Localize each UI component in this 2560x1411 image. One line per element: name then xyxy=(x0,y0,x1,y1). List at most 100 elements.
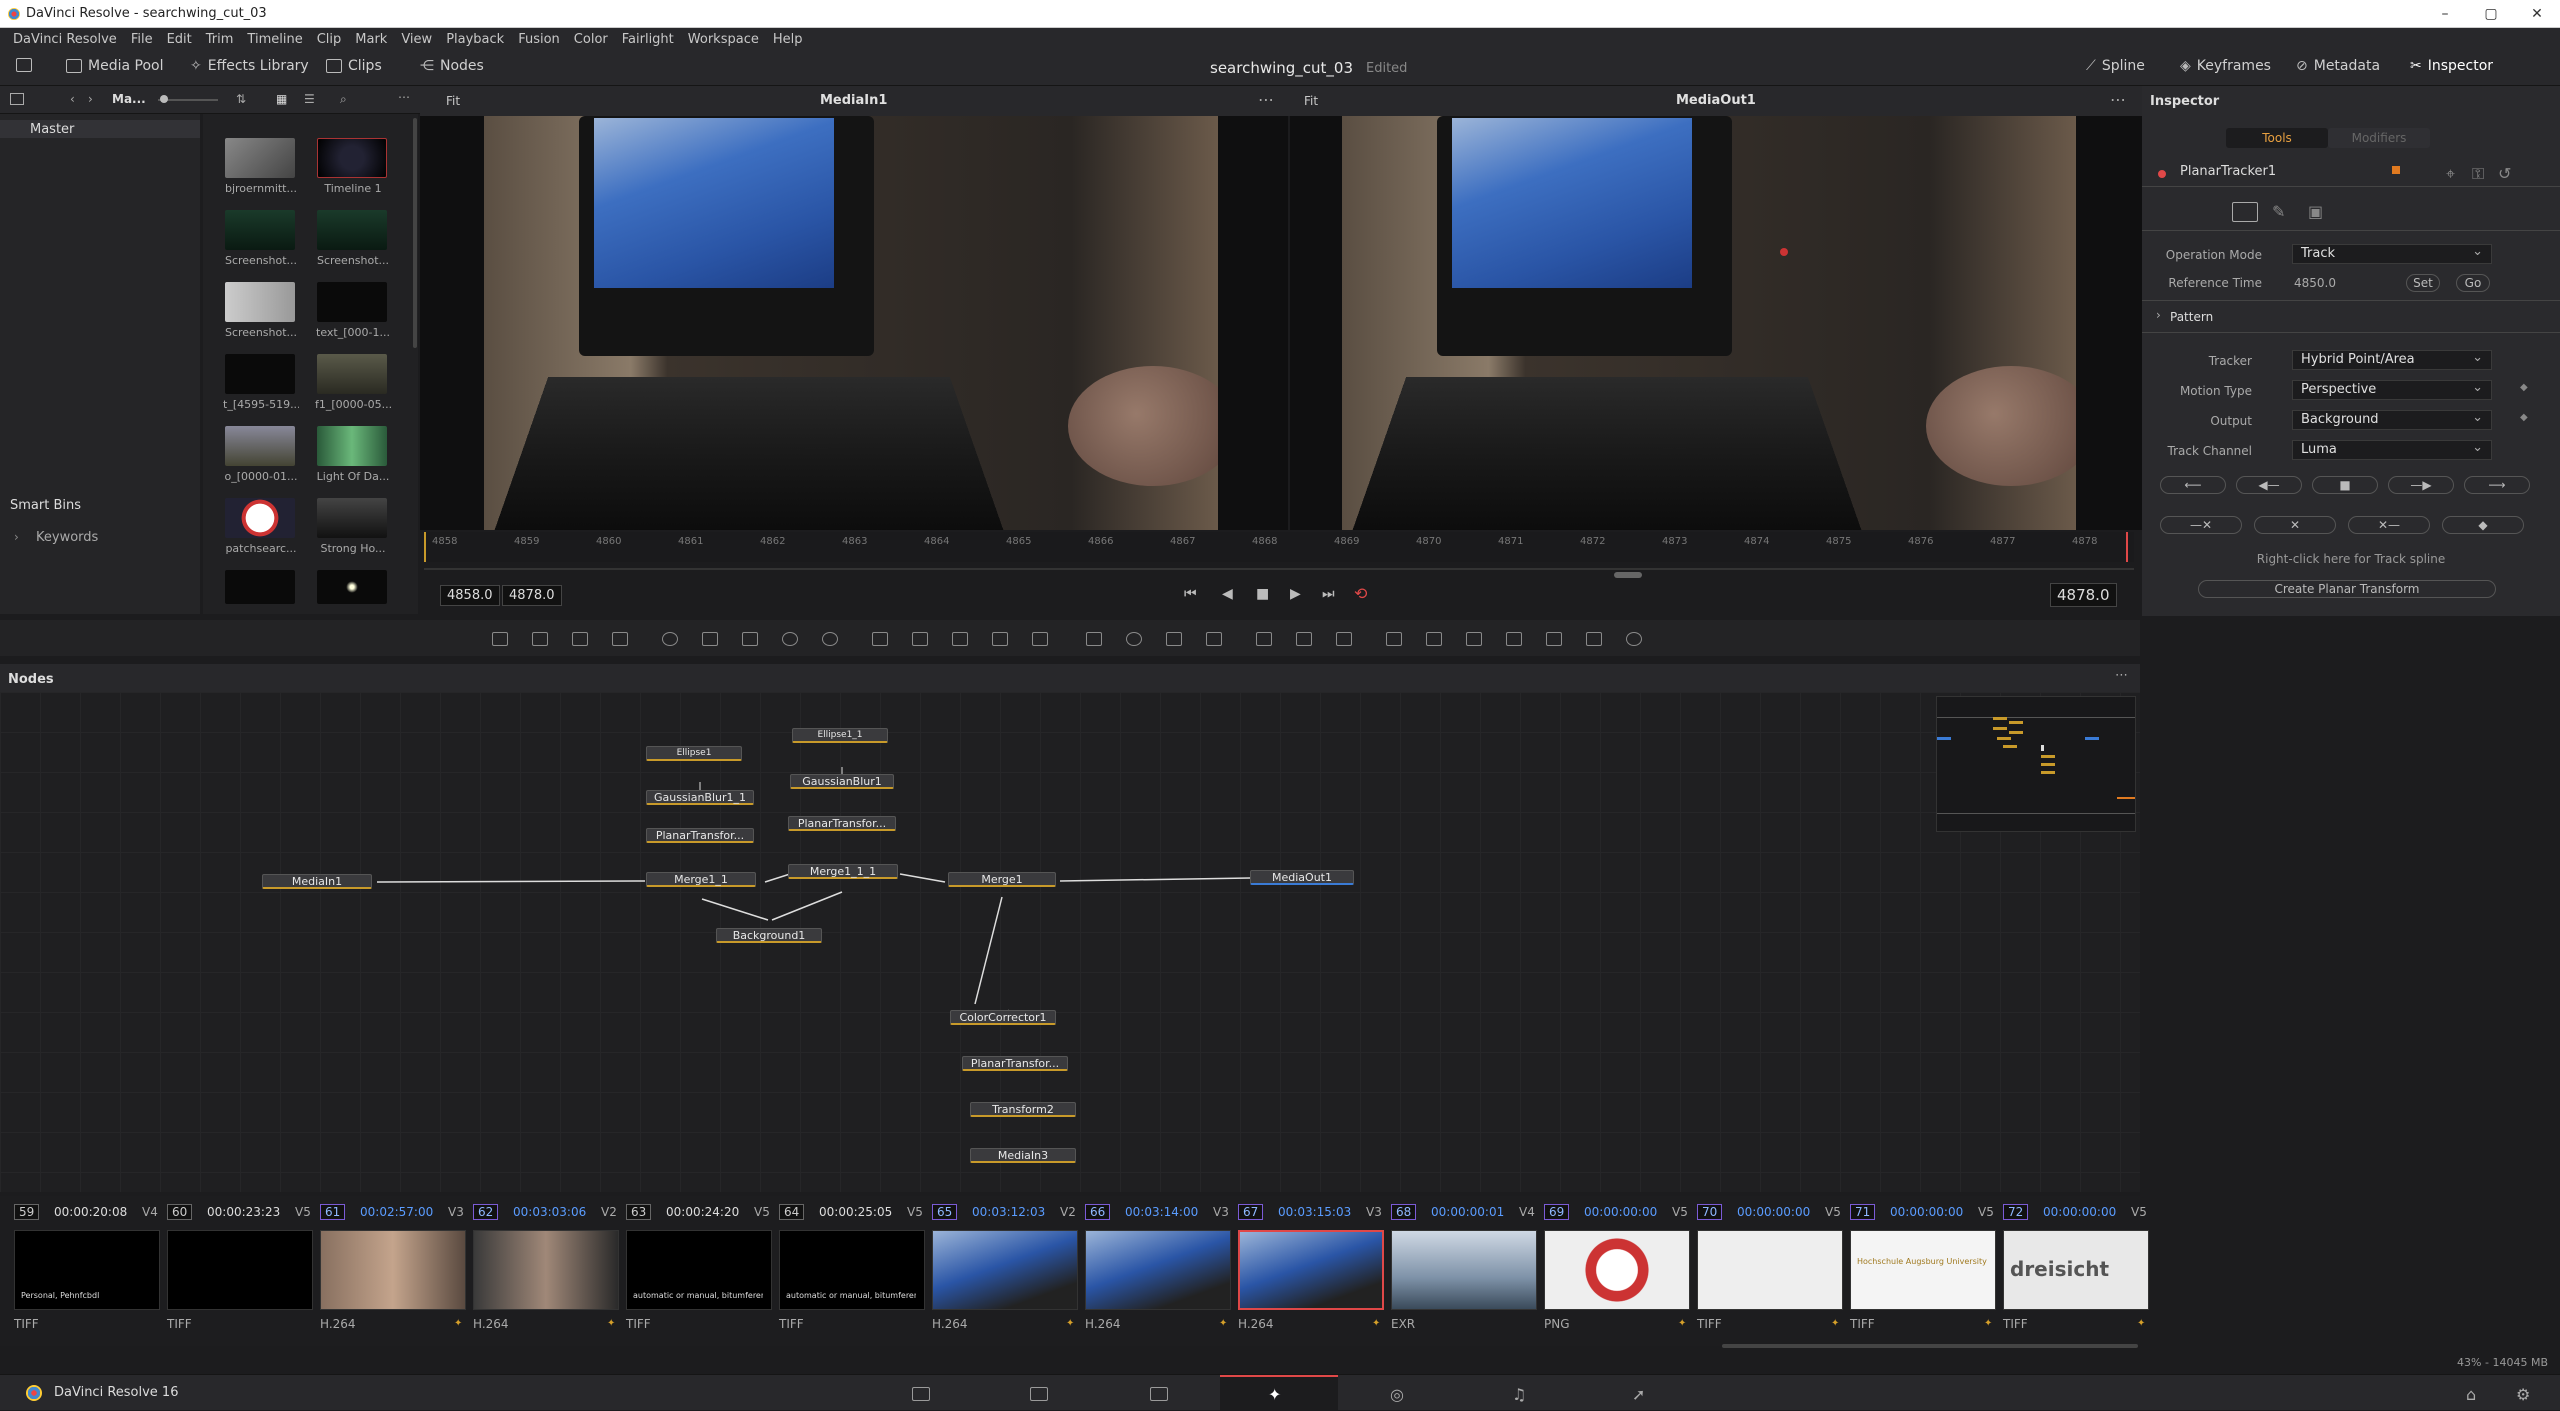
bspline-mask-icon[interactable] xyxy=(1206,632,1222,646)
home-icon[interactable]: ⌂ xyxy=(2466,1385,2476,1404)
keyframes-button[interactable]: ◈ Keyframes xyxy=(2180,58,2271,74)
resize-tool-icon[interactable] xyxy=(992,632,1008,646)
effects-library-button[interactable]: ✧ Effects Library xyxy=(190,58,309,74)
metadata-button[interactable]: ⊘ Metadata xyxy=(2296,58,2380,74)
effects-icon[interactable]: ✦ xyxy=(454,1318,462,1329)
background-tool-icon[interactable] xyxy=(492,632,508,646)
reset-icon[interactable]: ↺ xyxy=(2498,164,2511,183)
clip-thumbnail[interactable] xyxy=(317,210,387,250)
play-icon[interactable]: ▶ xyxy=(1290,586,1301,602)
more-options-icon[interactable]: ⋯ xyxy=(2115,668,2128,683)
channel-tool-icon[interactable] xyxy=(952,632,968,646)
tab-tools[interactable]: Tools xyxy=(2226,128,2328,148)
clips-scrollbar[interactable] xyxy=(1722,1344,2138,1348)
pin-icon[interactable]: ⌖ xyxy=(2446,164,2455,184)
track-to-start-button[interactable]: ⟵ xyxy=(2160,476,2226,494)
bin-dropdown[interactable]: Ma... xyxy=(112,92,146,106)
forward-icon[interactable]: › xyxy=(88,92,93,106)
delete-after-button[interactable]: ✕— xyxy=(2348,516,2430,534)
chevron-right-icon[interactable]: › xyxy=(14,530,19,544)
scrub-bar[interactable] xyxy=(424,568,2134,570)
clip-thumbnail[interactable]: Hochschule Augsburg University of Applie… xyxy=(1850,1230,1996,1310)
in-point-marker[interactable] xyxy=(424,532,426,562)
shape3d-icon[interactable] xyxy=(1386,632,1402,646)
node-ellipse1-1[interactable]: Ellipse1_1 xyxy=(792,728,888,743)
effects-icon[interactable]: ✦ xyxy=(2137,1318,2145,1329)
clip-thumbnail[interactable] xyxy=(317,282,387,322)
drop-tool-icon[interactable] xyxy=(822,632,838,646)
go-to-start-icon[interactable]: ⏮ xyxy=(1184,586,1197,602)
deliver-page-icon[interactable]: ➚ xyxy=(1632,1385,1645,1404)
scrub-handle[interactable] xyxy=(1614,572,1642,578)
menu-edit[interactable]: Edit xyxy=(160,32,199,47)
timeline-thumbnail[interactable] xyxy=(317,138,387,178)
blur-tool-icon[interactable] xyxy=(702,632,718,646)
spline-hint[interactable]: Right-click here for Track spline xyxy=(2142,552,2560,566)
keyframe-diamond-icon[interactable]: ◆ xyxy=(2520,412,2528,423)
pattern-section[interactable]: Pattern xyxy=(2170,310,2213,324)
node-transform2[interactable]: Transform2 xyxy=(970,1102,1076,1117)
track-backward-button[interactable]: ◀— xyxy=(2236,476,2302,494)
brightness-tool-icon[interactable] xyxy=(782,632,798,646)
particle-style-icon[interactable] xyxy=(1336,632,1352,646)
tab-modifiers[interactable]: Modifiers xyxy=(2328,128,2430,148)
motion-type-dropdown[interactable]: Perspective xyxy=(2292,380,2492,400)
particle-tool-icon[interactable] xyxy=(662,632,678,646)
edit-page-icon[interactable] xyxy=(1150,1387,1168,1401)
tracker-dropdown[interactable]: Hybrid Point/Area xyxy=(2292,350,2492,370)
more-options-icon[interactable]: ⋯ xyxy=(398,90,410,104)
node-mediain1[interactable]: MediaIn1 xyxy=(262,874,372,889)
fusion-page-icon[interactable]: ✦ xyxy=(1268,1385,1281,1404)
effects-icon[interactable]: ✦ xyxy=(607,1318,615,1329)
menu-color[interactable]: Color xyxy=(567,32,615,47)
track-forward-button[interactable]: —▶ xyxy=(2388,476,2454,494)
clip-thumbnail[interactable] xyxy=(225,282,295,322)
go-to-end-icon[interactable]: ⏭ xyxy=(1322,586,1335,602)
node-planartransform[interactable]: PlanarTransfor... xyxy=(646,828,754,843)
media-page-icon[interactable] xyxy=(912,1387,930,1401)
grid-view-icon[interactable]: ▦ xyxy=(276,92,287,106)
keywords-bin[interactable]: Keywords xyxy=(36,530,98,545)
clip-thumbnail[interactable]: Personal, Pehnfcbdl xyxy=(14,1230,160,1310)
menu-mark[interactable]: Mark xyxy=(348,32,394,47)
clip-thumbnail[interactable] xyxy=(225,354,295,394)
sidebar-toggle-icon[interactable] xyxy=(10,93,24,105)
scrollbar[interactable] xyxy=(413,118,417,348)
clip-thumbnail[interactable] xyxy=(225,138,295,178)
clip-thumbnail[interactable] xyxy=(225,570,295,604)
go-button[interactable]: Go xyxy=(2456,274,2490,292)
effects-icon[interactable]: ✦ xyxy=(1984,1318,1992,1329)
range-end-field[interactable]: 4878.0 xyxy=(502,585,562,606)
menu-trim[interactable]: Trim xyxy=(199,32,241,47)
current-time-field[interactable]: 4878.0 xyxy=(2050,583,2117,607)
fairlight-page-icon[interactable]: ♫ xyxy=(1512,1385,1526,1404)
panel-toggle-button[interactable] xyxy=(16,58,32,72)
operation-mode-dropdown[interactable]: Track xyxy=(2292,244,2492,264)
node-gaussianblur1[interactable]: GaussianBlur1 xyxy=(790,774,894,789)
clip-thumbnail[interactable] xyxy=(473,1230,619,1310)
ellipse-mask-icon[interactable] xyxy=(1126,632,1142,646)
more-options-icon[interactable]: ⋯ xyxy=(1258,90,1274,109)
node-graph[interactable]: Ellipse1 Ellipse1_1 GaussianBlur1_1 Gaus… xyxy=(0,692,2140,1192)
clip-thumbnail[interactable]: automatic or manual, bitumferenz xyxy=(779,1230,925,1310)
transform-tool-icon[interactable] xyxy=(1032,632,1048,646)
lock-icon[interactable]: ⚿ xyxy=(2472,164,2484,184)
clip-thumbnail[interactable] xyxy=(1238,1230,1384,1310)
node-ellipse1[interactable]: Ellipse1 xyxy=(646,746,742,761)
clip-thumbnail[interactable] xyxy=(167,1230,313,1310)
slider-handle[interactable] xyxy=(160,95,168,103)
clip-thumbnail[interactable] xyxy=(225,498,295,538)
clip-thumbnail[interactable] xyxy=(1544,1230,1690,1310)
clip-thumbnail[interactable] xyxy=(317,570,387,604)
fit-dropdown[interactable]: Fit xyxy=(1304,94,1318,108)
menu-fairlight[interactable]: Fairlight xyxy=(615,32,681,47)
particle-render-icon[interactable] xyxy=(1296,632,1312,646)
playhead[interactable] xyxy=(2126,532,2128,562)
reference-time-value[interactable]: 4850.0 xyxy=(2294,276,2336,290)
node-merge1-1-1[interactable]: Merge1_1_1 xyxy=(788,864,898,879)
output-dropdown[interactable]: Background xyxy=(2292,410,2492,430)
play-reverse-icon[interactable]: ◀ xyxy=(1222,586,1233,602)
node-minimap[interactable] xyxy=(1936,696,2136,832)
menu-workspace[interactable]: Workspace xyxy=(681,32,766,47)
merge-tool-icon[interactable] xyxy=(872,632,888,646)
